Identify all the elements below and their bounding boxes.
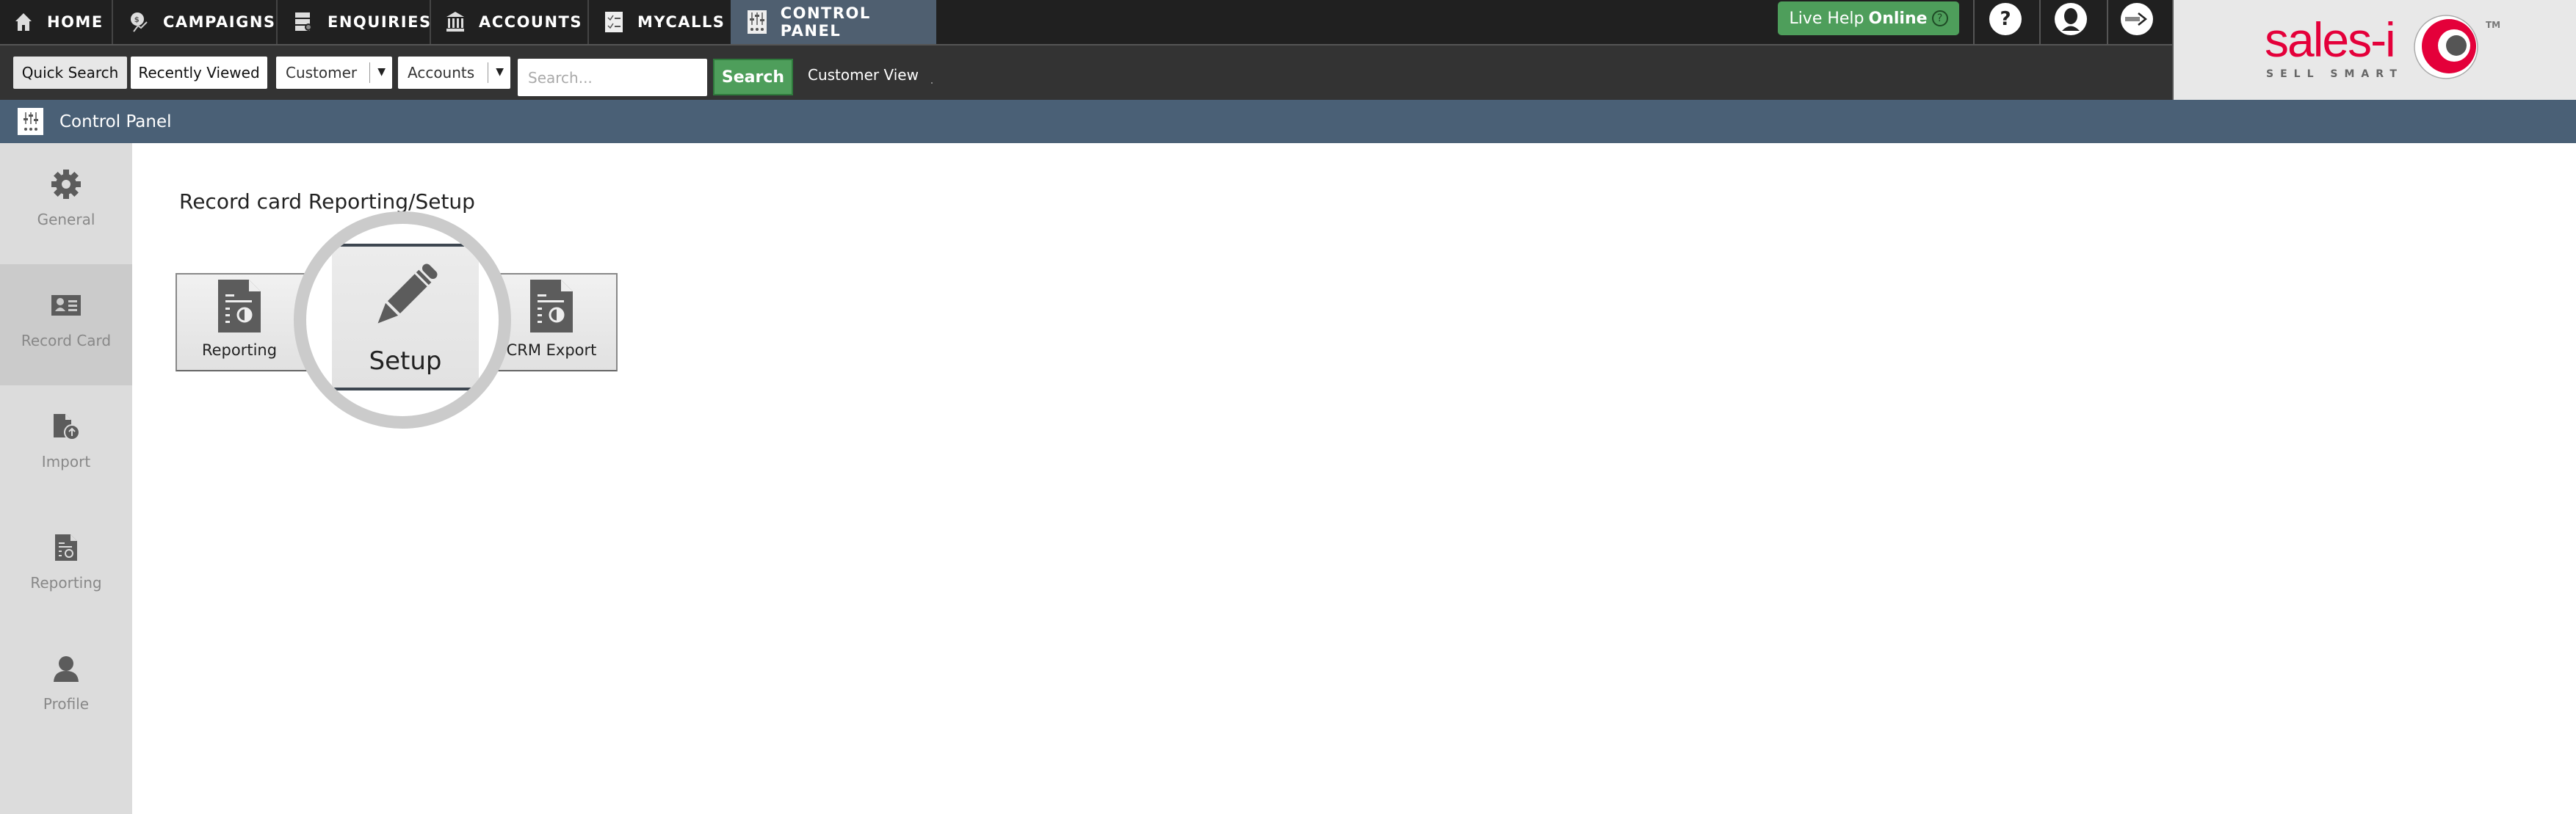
import-icon [50, 410, 82, 443]
button-label: CRM Export [506, 341, 597, 359]
search-button[interactable]: Search [713, 59, 793, 95]
section-title: Record card Reporting/Setup [179, 189, 475, 214]
home-icon [13, 11, 34, 33]
accounts-scope-select[interactable]: Accounts ▼ [398, 57, 510, 89]
nav-tab-label: CONTROL PANEL [780, 4, 871, 40]
app-root: HOME $ CAMPAIGNS ENQUIRIES ACCOUNTS MYCA… [0, 0, 2576, 814]
nav-tab-label: ACCOUNTS [479, 13, 583, 31]
logout-icon[interactable] [2121, 3, 2153, 35]
customer-type-select[interactable]: Customer ▼ [276, 57, 392, 89]
select-value: Accounts [408, 64, 475, 81]
mycalls-icon [604, 11, 624, 33]
chevron-down-icon: ▼ [496, 66, 504, 78]
sidebar-item-import[interactable]: Import [0, 385, 132, 506]
logo-tagline: SELL SMART [2266, 68, 2403, 80]
nav-tab-mycalls[interactable]: MYCALLS [604, 0, 725, 44]
live-help-label: Live Help [1789, 9, 1864, 28]
logo-emblem-icon [2414, 15, 2478, 79]
report-icon [218, 280, 261, 332]
report-icon [50, 531, 82, 564]
decorative-dot [931, 82, 933, 84]
page-header-bar: Control Panel [0, 100, 2576, 143]
sidebar-item-record-card[interactable]: Record Card [0, 264, 132, 385]
control-panel-icon [18, 108, 43, 135]
logo-wordmark: sales-i [2265, 12, 2396, 67]
control-panel-icon [747, 10, 767, 34]
top-nav-bar: HOME $ CAMPAIGNS ENQUIRIES ACCOUNTS MYCA… [0, 0, 2172, 46]
quick-search-button[interactable]: Quick Search [13, 57, 127, 89]
select-value: Customer [286, 64, 358, 81]
nav-divider [276, 0, 278, 44]
sidebar-item-general[interactable]: General [0, 143, 132, 264]
magnifier-highlight: Setup [294, 211, 511, 429]
customer-view-link[interactable]: Customer View [808, 66, 919, 84]
sidebar-item-reporting[interactable]: Reporting [0, 506, 132, 628]
recently-viewed-button[interactable]: Recently Viewed [131, 57, 267, 89]
setup-button[interactable]: Setup [332, 244, 479, 390]
sidebar-item-label: General [37, 211, 95, 228]
nav-tab-enquiries[interactable]: ENQUIRIES [294, 0, 432, 44]
sidebar-item-label: Profile [43, 695, 90, 713]
page-title: Control Panel [59, 112, 172, 131]
profile-icon [50, 653, 82, 685]
enquiries-icon [294, 11, 314, 33]
sidebar-item-label: Record Card [21, 332, 112, 349]
nav-tab-accounts[interactable]: ACCOUNTS [445, 0, 582, 44]
help-glyph: ? [2000, 8, 2011, 30]
live-help-status: Online [1868, 9, 1928, 28]
search-input[interactable] [518, 59, 707, 96]
sidebar-item-label: Import [41, 453, 91, 470]
question-icon: ? [1931, 10, 1948, 26]
nav-divider [1973, 0, 1975, 44]
help-icon[interactable]: ? [1989, 3, 2022, 35]
nav-tab-label: CAMPAIGNS [163, 13, 276, 31]
nav-tab-label: MYCALLS [637, 13, 726, 31]
button-label: Reporting [201, 341, 278, 359]
nav-tab-campaigns[interactable]: $ CAMPAIGNS [129, 0, 276, 44]
nav-divider [430, 0, 431, 44]
sidebar: General Record Card Import Reporting Pro… [0, 143, 132, 814]
nav-tab-label: HOME [47, 13, 104, 31]
nav-tab-home[interactable]: HOME [13, 0, 104, 44]
chevron-down-icon: ▼ [377, 66, 386, 78]
campaigns-icon: $ [129, 11, 150, 33]
accounts-icon [445, 11, 466, 33]
nav-divider [112, 0, 113, 44]
search-toolbar: Quick Search Recently Viewed Customer ▼ … [0, 46, 2172, 100]
nav-tab-control-panel[interactable]: CONTROL PANEL [731, 0, 936, 44]
svg-text:$: $ [134, 16, 140, 24]
record-card-icon [50, 289, 82, 321]
pencil-icon [377, 264, 438, 324]
button-label: Setup [369, 346, 442, 376]
report-icon [530, 280, 573, 332]
nav-tab-label: ENQUIRIES [328, 13, 432, 31]
select-separator [369, 62, 370, 83]
sidebar-item-profile[interactable]: Profile [0, 628, 132, 749]
nav-divider [2039, 0, 2041, 44]
live-help-button[interactable]: Live Help Online ? [1778, 1, 1959, 35]
nav-divider [2107, 0, 2108, 44]
gear-icon [50, 168, 82, 200]
sidebar-item-label: Reporting [30, 574, 102, 592]
user-icon[interactable] [2055, 3, 2087, 35]
nav-divider [587, 0, 589, 44]
logo-panel: sales-i SELL SMART TM [2172, 0, 2576, 100]
logo-trademark: TM [2486, 20, 2501, 30]
reporting-button[interactable]: Reporting [177, 275, 302, 370]
